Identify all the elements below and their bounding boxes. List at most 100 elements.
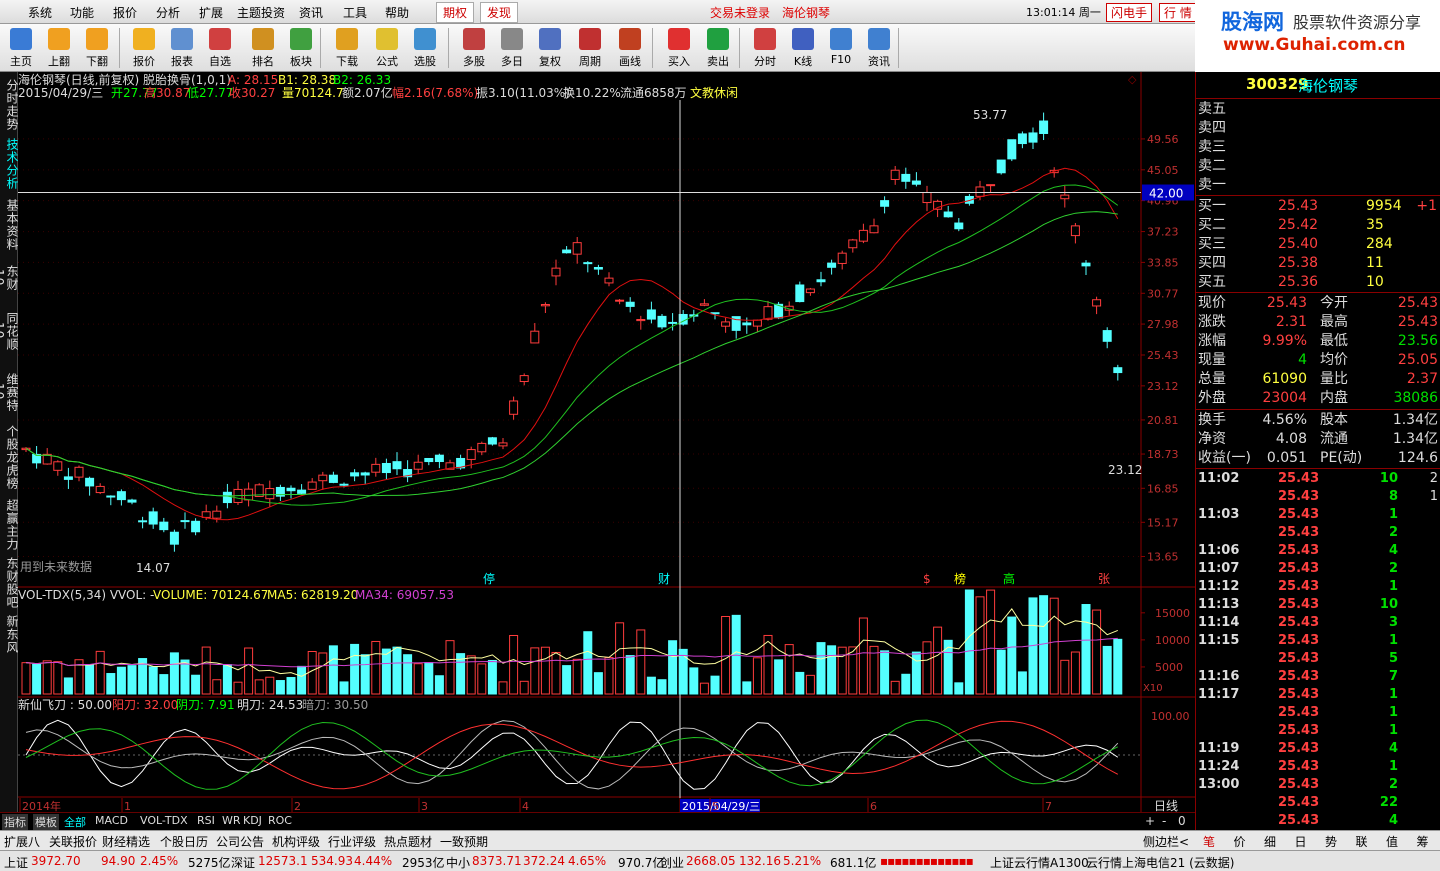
flash-button[interactable]: 闪电手 bbox=[1106, 3, 1153, 22]
menu-extend[interactable]: 扩展 bbox=[199, 4, 223, 21]
period-label[interactable]: 日线 bbox=[1154, 799, 1178, 813]
nav-intraday[interactable]: 分时走势 bbox=[0, 76, 19, 134]
watchlist-button[interactable]: 自选 bbox=[201, 26, 239, 70]
options-tab[interactable]: 期权 bbox=[436, 2, 475, 23]
f10-button[interactable]: F10 bbox=[822, 26, 860, 70]
sell-button[interactable]: 卖出 bbox=[699, 26, 737, 70]
quote-button[interactable]: 报价 bbox=[125, 26, 163, 70]
volume-bar bbox=[784, 644, 794, 695]
sidebar-toggle[interactable]: 侧边栏< bbox=[1143, 833, 1189, 850]
indicator-tab[interactable]: VOL-TDX bbox=[140, 814, 188, 827]
volume-bar bbox=[498, 681, 508, 695]
scroll-plus-button[interactable]: + bbox=[1145, 814, 1155, 828]
tick-volume: 8 bbox=[1388, 489, 1398, 504]
nav-eastmoney[interactable]: 东财10 bbox=[0, 258, 19, 298]
function-tab[interactable]: 财经精选 bbox=[102, 833, 150, 850]
stock-screener-button[interactable]: 选股 bbox=[406, 26, 444, 70]
server2-label[interactable]: 云行情上海电信21 (云数据) bbox=[1086, 854, 1234, 871]
formula-button[interactable]: 公式 bbox=[368, 26, 406, 70]
function-tab[interactable]: 一致预期 bbox=[440, 833, 488, 850]
scroll-zero-button[interactable]: 0 bbox=[1178, 814, 1186, 828]
quote-tab[interactable]: 值 bbox=[1386, 833, 1398, 850]
kline-label: K线 bbox=[793, 55, 813, 68]
download-button[interactable]: 下载 bbox=[328, 26, 366, 70]
home-button[interactable]: 主页 bbox=[2, 26, 40, 70]
quote-tab[interactable]: 价 bbox=[1234, 833, 1246, 850]
quote-tab[interactable]: 日 bbox=[1295, 833, 1307, 850]
tick-time: 11:19 bbox=[1198, 741, 1240, 756]
tick-row: 11:16 25.43 7 bbox=[1196, 668, 1440, 686]
kline-button[interactable]: K线 bbox=[784, 26, 822, 70]
period-button[interactable]: 周期 bbox=[571, 26, 609, 70]
nav-ths[interactable]: 同花顺10 bbox=[0, 303, 19, 359]
server-label[interactable]: 上证云行情A1300 bbox=[990, 854, 1089, 871]
function-tab[interactable]: 行业评级 bbox=[328, 833, 376, 850]
sector-button[interactable]: 板块 bbox=[282, 26, 320, 70]
multi-day-button[interactable]: 多日 bbox=[493, 26, 531, 70]
menu-help[interactable]: 帮助 bbox=[385, 4, 409, 21]
stat-row-cell: 现价 bbox=[1198, 295, 1226, 311]
menu-theme-invest[interactable]: 主题投资 bbox=[237, 4, 285, 21]
page-down-button[interactable]: 下翻 bbox=[78, 26, 116, 70]
event-marker[interactable]: $ bbox=[923, 572, 931, 586]
function-tab[interactable]: 机构评级 bbox=[272, 833, 320, 850]
event-marker[interactable]: 停 bbox=[483, 571, 495, 586]
multi-stock-button[interactable]: 多股 bbox=[455, 26, 493, 70]
stat-row-cell: 9.99% bbox=[1262, 333, 1307, 349]
indicator-tab[interactable]: 指标 bbox=[2, 814, 28, 830]
menu-news[interactable]: 资讯 bbox=[299, 4, 323, 21]
sh-pct: 2.45% bbox=[140, 854, 179, 868]
sell-level: 卖五 bbox=[1196, 100, 1440, 119]
trade-status[interactable]: 交易未登录 bbox=[710, 4, 770, 21]
function-tab[interactable]: 热点题材 bbox=[384, 833, 432, 850]
event-marker[interactable]: 财 bbox=[658, 572, 670, 586]
nav-guba[interactable]: 东财股吧 bbox=[0, 557, 19, 609]
scroll-minus-button[interactable]: - bbox=[1162, 814, 1166, 828]
indicator-tab[interactable]: MACD bbox=[95, 814, 128, 827]
quote-tab[interactable]: 笔 bbox=[1203, 833, 1215, 850]
quote-tab[interactable]: 联 bbox=[1356, 833, 1368, 850]
indicator-tab[interactable]: WR bbox=[222, 814, 241, 827]
menu-quote[interactable]: 报价 bbox=[113, 4, 137, 21]
event-marker[interactable]: 张 bbox=[1098, 572, 1110, 586]
event-marker[interactable]: 榜 bbox=[954, 571, 966, 586]
nav-xindongfeng[interactable]: 新东风 bbox=[0, 614, 19, 654]
indicator-tab[interactable]: ROC bbox=[268, 814, 292, 827]
volume-bar bbox=[328, 645, 338, 695]
function-tab[interactable]: 公司公告 bbox=[216, 833, 264, 850]
indicator-tab[interactable]: KDJ bbox=[243, 814, 262, 827]
nav-dragon-tiger[interactable]: 个股龙虎榜 bbox=[0, 421, 19, 493]
event-marker[interactable]: 高 bbox=[1003, 571, 1015, 586]
nav-main-force[interactable]: 超赢主力 bbox=[0, 497, 19, 553]
menu-tools[interactable]: 工具 bbox=[343, 4, 367, 21]
indicator-tab[interactable]: RSI bbox=[197, 814, 215, 827]
buy-button[interactable]: 买入 bbox=[660, 26, 698, 70]
nav-technical[interactable]: 技术分析 bbox=[0, 138, 19, 190]
kline-chart[interactable]: 49.56 45.05 40.96 37.23 33.85 30.77 27.98 25.43… bbox=[18, 72, 1195, 830]
volume-bar bbox=[297, 665, 307, 695]
nav-fundamentals[interactable]: 基本资料 bbox=[0, 196, 19, 254]
adjust-button[interactable]: 复权 bbox=[531, 26, 569, 70]
intraday-button[interactable]: 分时 bbox=[746, 26, 784, 70]
menu-system[interactable]: 系统 bbox=[28, 4, 52, 21]
indicator-tab[interactable]: 模板 bbox=[33, 814, 59, 830]
quote-tab[interactable]: 势 bbox=[1325, 833, 1337, 850]
draw-line-button[interactable]: 画线 bbox=[611, 26, 649, 70]
quote-mode-button[interactable]: 行 情 bbox=[1159, 3, 1197, 22]
indicator-tab[interactable]: 全部 bbox=[64, 814, 86, 830]
page-up-button[interactable]: 上翻 bbox=[40, 26, 78, 70]
function-tab[interactable]: 个股日历 bbox=[160, 833, 208, 850]
function-tab[interactable]: 关联报价 bbox=[49, 833, 97, 850]
nav-weisaite[interactable]: 维赛特10 bbox=[0, 364, 19, 420]
report-button[interactable]: 报表 bbox=[163, 26, 201, 70]
quote-tab[interactable]: 筹 bbox=[1417, 833, 1429, 850]
price-tick-label: 27.98 bbox=[1147, 318, 1179, 331]
menu-function[interactable]: 功能 bbox=[70, 4, 94, 21]
chart-close-icon[interactable]: ◇ bbox=[1128, 73, 1137, 86]
quote-tab[interactable]: 细 bbox=[1264, 833, 1276, 850]
function-tab[interactable]: 扩展八 bbox=[4, 833, 40, 850]
news-button[interactable]: 资讯 bbox=[860, 26, 898, 70]
menu-analysis[interactable]: 分析 bbox=[156, 4, 180, 21]
ranking-button[interactable]: 排名 bbox=[244, 26, 282, 70]
discover-tab[interactable]: 发现 bbox=[480, 2, 519, 23]
